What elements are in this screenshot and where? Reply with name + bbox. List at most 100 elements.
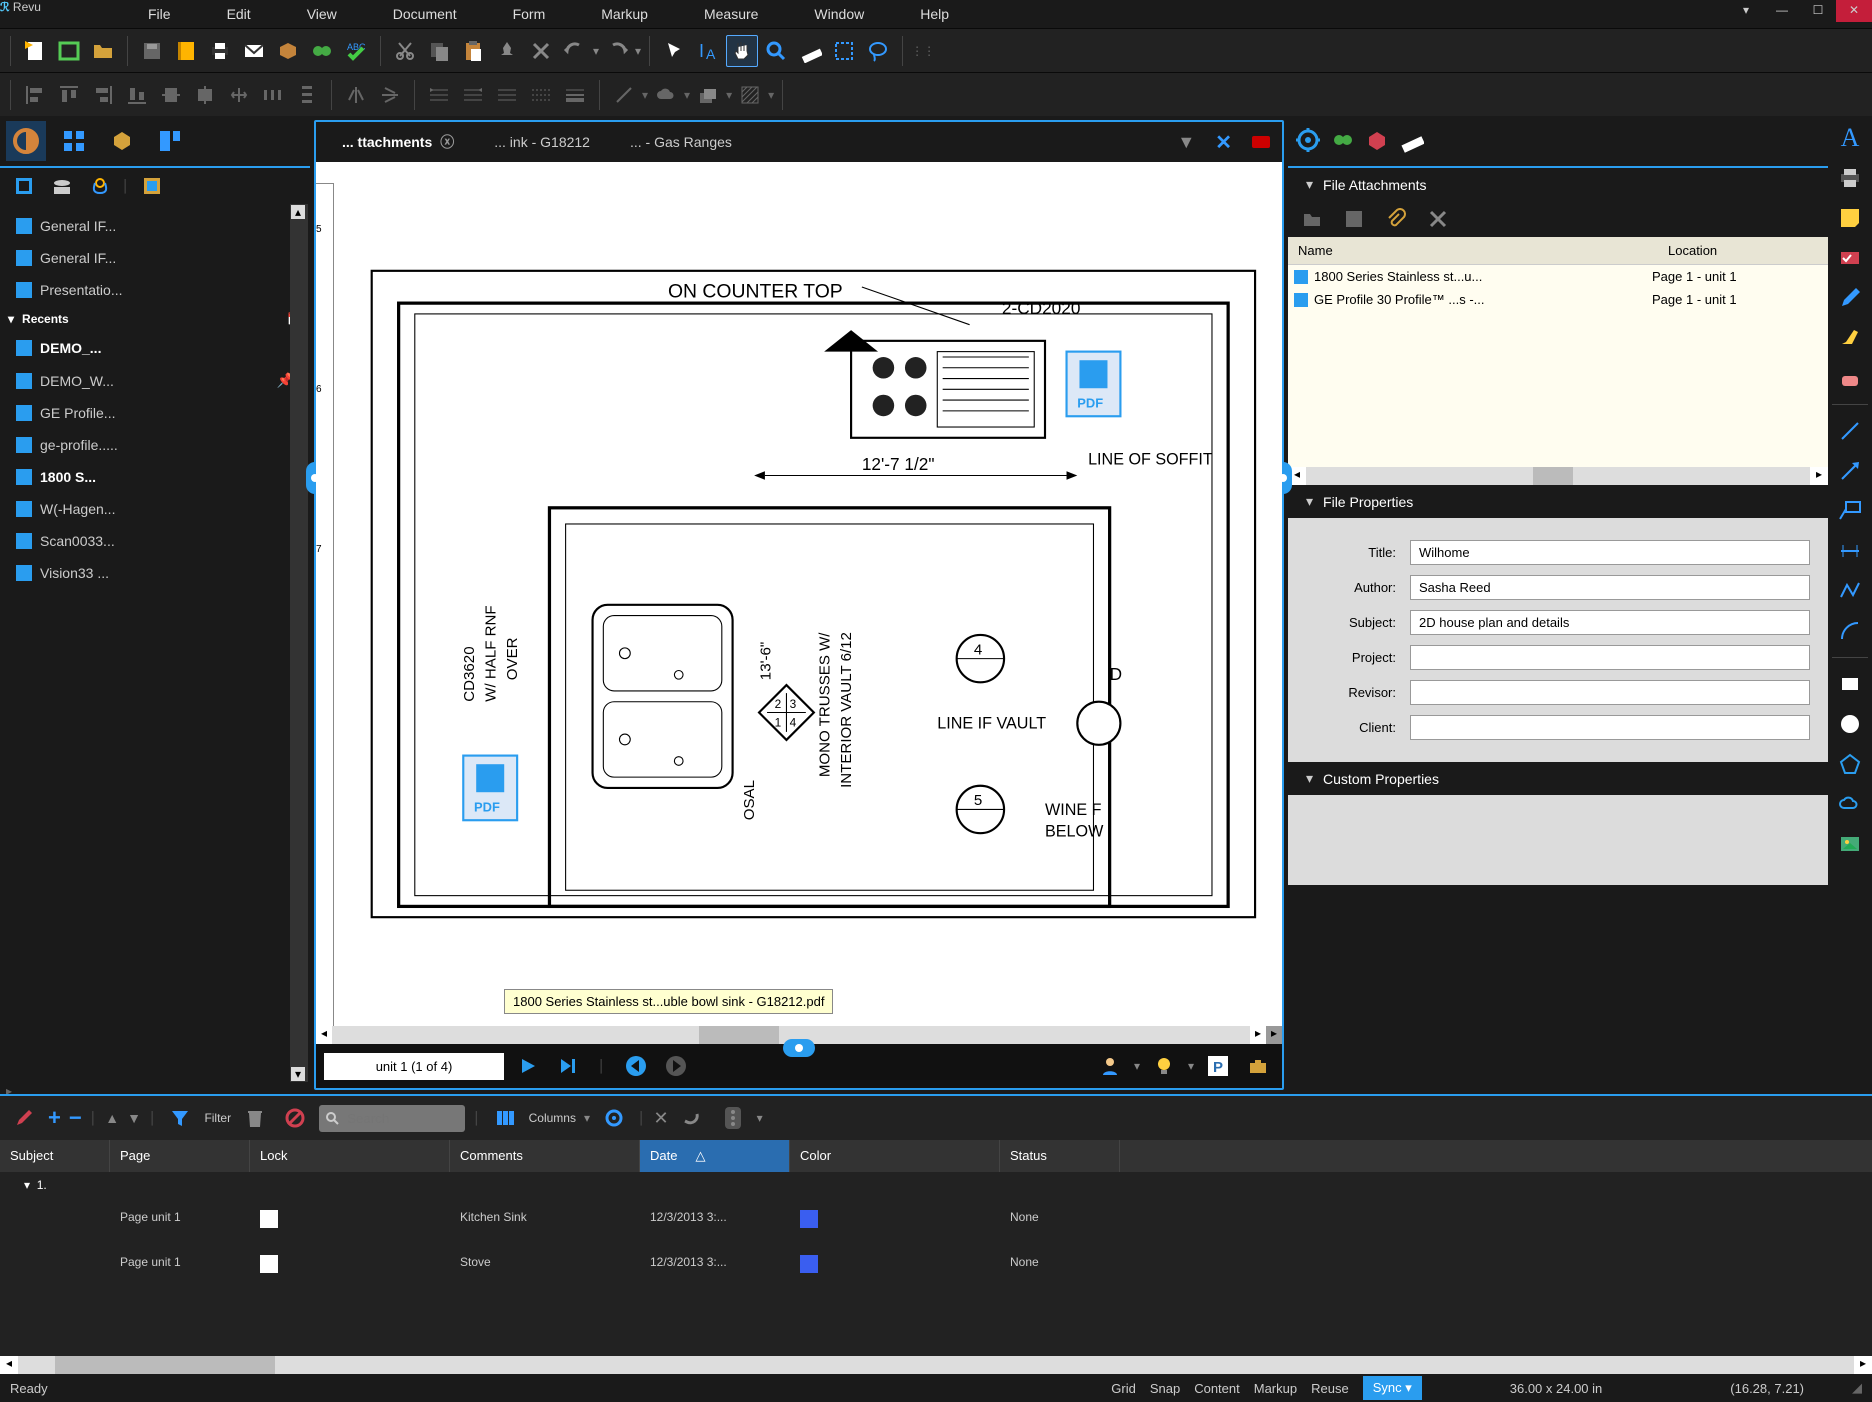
image-icon[interactable] [1832,826,1868,862]
align-left-icon[interactable] [19,79,51,111]
attach-folder-icon[interactable] [1296,203,1328,235]
toggle-snap[interactable]: Snap [1150,1381,1180,1396]
col-status[interactable]: Status [1000,1140,1120,1172]
arc-icon[interactable] [1832,613,1868,649]
tree-item[interactable]: GE Profile... [4,397,306,429]
traffic-icon[interactable] [717,1102,749,1134]
user-icon[interactable] [1094,1050,1126,1082]
attach-save-icon[interactable] [1338,203,1370,235]
tree-item[interactable]: DEMO_W...📌 [4,364,306,397]
save-icon[interactable] [136,35,168,67]
toggle-grid[interactable]: Grid [1111,1381,1136,1396]
file-explorer-icon[interactable] [8,170,40,202]
line-tool-icon[interactable] [608,79,640,111]
maximize-button[interactable]: ☐ [1800,0,1836,22]
ruler-icon[interactable] [794,35,826,67]
pan-icon[interactable] [726,35,758,67]
print-icon[interactable] [204,35,236,67]
rectangle-icon[interactable] [1832,666,1868,702]
tab-search-icon[interactable] [1330,127,1356,156]
recent-files-icon[interactable] [136,170,168,202]
col-page[interactable]: Page [110,1140,250,1172]
next-page-icon[interactable] [552,1050,584,1082]
prop-project-input[interactable] [1410,645,1810,670]
drawing-canvas[interactable]: ON COUNTER TOP 2-CD2020 PDF PDF [334,162,1282,1026]
line-style-2-icon[interactable] [457,79,489,111]
down-icon[interactable]: ▼ [127,1110,141,1126]
line-style-3-icon[interactable] [491,79,523,111]
distribute-h-icon[interactable] [257,79,289,111]
line-weight-icon[interactable] [559,79,591,111]
markup-search-input[interactable] [339,1107,459,1130]
col-lock[interactable]: Lock [250,1140,450,1172]
file-properties-header[interactable]: File Properties [1288,485,1828,518]
attach-hscroll[interactable]: ◂ ▸ [1288,467,1828,485]
flip-h-icon[interactable] [340,79,372,111]
col-comments[interactable]: Comments [450,1140,640,1172]
pencil-icon[interactable] [1832,280,1868,316]
trash-icon[interactable] [239,1102,271,1134]
tree-item[interactable]: 1800 S... [4,461,306,493]
markup-hscroll[interactable]: ◂ ▸ [0,1356,1872,1374]
menu-measure[interactable]: Measure [676,2,786,26]
compare-icon[interactable] [306,35,338,67]
resize-grip-icon[interactable]: ◢ [1852,1380,1862,1396]
align-right-icon[interactable] [87,79,119,111]
tab-3d-icon[interactable] [102,121,142,161]
markup-row[interactable]: Page unit 1 Stove 12/3/2013 3:... None [0,1243,1872,1288]
prop-client-input[interactable] [1410,715,1810,740]
clear-icon[interactable] [279,1102,311,1134]
pointer-icon[interactable] [658,35,690,67]
save-book-icon[interactable] [170,35,202,67]
line-style-4-icon[interactable] [525,79,557,111]
align-bottom-icon[interactable] [121,79,153,111]
remove-markup-icon[interactable]: − [69,1105,82,1131]
studio-icon[interactable] [84,170,116,202]
recents-header[interactable]: ▾Recents📅 [4,306,306,332]
tree-item[interactable]: General IF... [4,210,306,242]
custom-properties-header[interactable]: Custom Properties [1288,762,1828,795]
prev-view-icon[interactable] [620,1050,652,1082]
tree-item[interactable]: Presentatio... [4,274,306,306]
tab-measure-icon[interactable] [1398,127,1424,156]
markup-pencil-icon[interactable] [8,1102,40,1134]
tree-item[interactable]: W(-Hagen... [4,493,306,525]
menu-markup[interactable]: Markup [573,2,676,26]
col-location[interactable]: Location [1658,237,1828,264]
prop-subject-input[interactable] [1410,610,1810,635]
cut-icon[interactable] [389,35,421,67]
tree-item[interactable]: ge-profile..... [4,429,306,461]
attachment-row[interactable]: 1800 Series Stainless st...u... Page 1 -… [1288,265,1828,288]
prop-title-input[interactable] [1410,540,1810,565]
menu-form[interactable]: Form [485,2,574,26]
text-tool-icon[interactable]: A [1832,120,1868,156]
up-icon[interactable]: ▲ [105,1110,119,1126]
paste-icon[interactable] [457,35,489,67]
zoom-icon[interactable] [760,35,792,67]
menu-file[interactable]: File [120,2,199,26]
bottom-handle[interactable] [783,1039,815,1057]
tab-dropdown-icon[interactable]: ▼ [1177,132,1195,153]
toggle-content[interactable]: Content [1194,1381,1240,1396]
tab-spaces-icon[interactable] [150,121,190,161]
tab-properties-icon[interactable] [1294,126,1322,157]
redo-icon[interactable] [601,35,633,67]
copy-icon[interactable] [423,35,455,67]
tree-item[interactable]: Vision33 ... [4,557,306,589]
reply-icon[interactable] [677,1102,709,1134]
tree-item[interactable]: DEMO_... [4,332,306,364]
page-input[interactable] [324,1053,504,1080]
text-select-icon[interactable]: IA [692,35,724,67]
menu-view[interactable]: View [279,2,365,26]
parking-icon[interactable]: P [1202,1050,1234,1082]
tab-home-icon[interactable] [6,121,46,161]
folder-icon[interactable] [87,35,119,67]
col-color[interactable]: Color [790,1140,1000,1172]
add-markup-icon[interactable]: + [48,1105,61,1131]
printer-icon[interactable] [1832,160,1868,196]
sync-button[interactable]: Sync ▾ [1363,1376,1422,1400]
tree-item[interactable]: Scan0033... [4,525,306,557]
polyline-icon[interactable] [1832,573,1868,609]
briefcase-icon[interactable] [1242,1050,1274,1082]
new-file-icon[interactable] [19,35,51,67]
